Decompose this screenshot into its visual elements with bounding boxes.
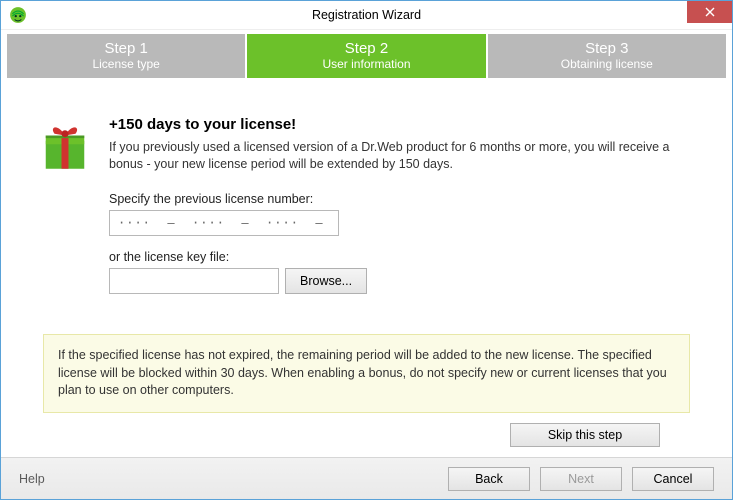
step-subtitle: Obtaining license bbox=[561, 58, 653, 72]
promo-text: +150 days to your license! If you previo… bbox=[109, 116, 696, 173]
gift-icon bbox=[37, 118, 93, 174]
prev-license-label: Specify the previous license number: bbox=[109, 192, 696, 206]
close-button[interactable] bbox=[687, 1, 732, 23]
step-subtitle: User information bbox=[322, 58, 410, 72]
keyfile-input[interactable] bbox=[109, 268, 279, 294]
app-icon bbox=[9, 6, 27, 24]
keyfile-label: or the license key file: bbox=[109, 250, 696, 264]
window-title: Registration Wizard bbox=[1, 8, 732, 22]
step-1[interactable]: Step 1 License type bbox=[7, 34, 245, 78]
step-3[interactable]: Step 3 Obtaining license bbox=[488, 34, 726, 78]
cancel-button[interactable]: Cancel bbox=[632, 467, 714, 491]
registration-wizard-window: Registration Wizard Step 1 License type … bbox=[0, 0, 733, 500]
promo-block: +150 days to your license! If you previo… bbox=[37, 116, 696, 174]
promo-headline: +150 days to your license! bbox=[109, 116, 696, 133]
help-link[interactable]: Help bbox=[19, 472, 45, 486]
promo-body: If you previously used a licensed versio… bbox=[109, 139, 696, 173]
back-button[interactable]: Back bbox=[448, 467, 530, 491]
next-button: Next bbox=[540, 467, 622, 491]
step-bar: Step 1 License type Step 2 User informat… bbox=[1, 30, 732, 80]
browse-button[interactable]: Browse... bbox=[285, 268, 367, 294]
content-area: +150 days to your license! If you previo… bbox=[1, 80, 732, 457]
footer: Help Back Next Cancel bbox=[1, 457, 732, 499]
close-icon bbox=[705, 5, 715, 20]
prev-license-input[interactable] bbox=[109, 210, 339, 236]
step-2[interactable]: Step 2 User information bbox=[247, 34, 485, 78]
step-number: Step 2 bbox=[345, 40, 388, 57]
bonus-form: Specify the previous license number: or … bbox=[109, 192, 696, 294]
step-subtitle: License type bbox=[92, 58, 159, 72]
step-number: Step 1 bbox=[104, 40, 147, 57]
step-number: Step 3 bbox=[585, 40, 628, 57]
skip-button[interactable]: Skip this step bbox=[510, 423, 660, 447]
info-note: If the specified license has not expired… bbox=[43, 334, 690, 413]
titlebar: Registration Wizard bbox=[1, 1, 732, 30]
